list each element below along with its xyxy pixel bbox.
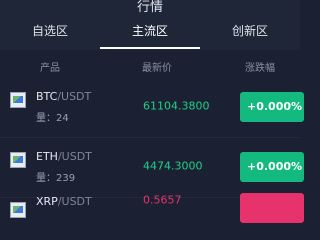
- column-header: 产品 最新价 涨跌幅: [0, 50, 300, 78]
- base-asset: XRP: [36, 195, 58, 208]
- tab-favorites[interactable]: 自选区: [0, 14, 100, 50]
- quote-asset: /USDT: [57, 150, 92, 163]
- page-title: 行情: [136, 0, 163, 15]
- market-tabs: 自选区 主流区 创新区: [0, 14, 300, 50]
- broken-image-icon: [10, 152, 26, 168]
- column-last-price: 最新价: [142, 63, 172, 74]
- broken-image-icon: [10, 202, 26, 218]
- pair-symbol: XRP/USDT: [36, 195, 92, 208]
- tab-innovation[interactable]: 创新区: [200, 14, 300, 50]
- last-price: 61104.3800: [143, 99, 210, 113]
- change-badge: +0.000%: [240, 152, 304, 182]
- broken-image-icon: [10, 92, 26, 108]
- market-row-btc[interactable]: BTC/USDT 量：24 61104.3800 +0.000%: [0, 78, 304, 138]
- app-header: 行情: [0, 0, 300, 14]
- column-product: 产品: [40, 63, 60, 74]
- change-badge: +0.000%: [240, 92, 304, 122]
- pair-symbol: ETH/USDT: [36, 150, 92, 163]
- quote-asset: /USDT: [57, 195, 92, 208]
- last-price: 0.5657: [143, 193, 182, 207]
- pair-symbol: BTC/USDT: [36, 90, 91, 103]
- quote-asset: /USDT: [57, 90, 92, 103]
- volume-text: 量：239: [36, 173, 76, 184]
- base-asset: ETH: [36, 150, 58, 163]
- tab-main[interactable]: 主流区: [100, 14, 200, 50]
- volume-text: 量：24: [36, 113, 69, 124]
- market-row-xrp[interactable]: XRP/USDT 0.5657: [0, 188, 304, 240]
- column-change: 涨跌幅: [245, 63, 275, 74]
- change-badge: [240, 193, 304, 223]
- base-asset: BTC: [36, 90, 58, 103]
- last-price: 4474.3000: [143, 159, 203, 173]
